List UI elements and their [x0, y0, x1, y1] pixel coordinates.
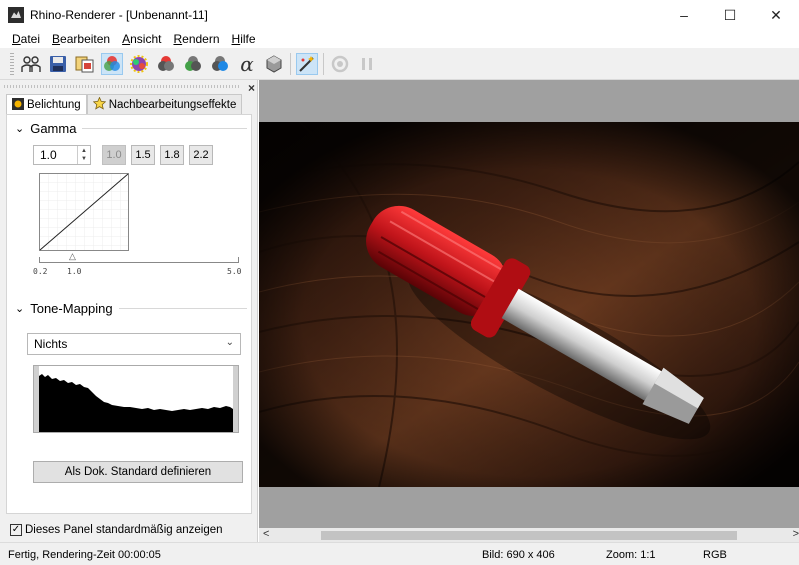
- gamma-preset-2-2[interactable]: 2.2: [189, 145, 213, 165]
- post-effects-icon[interactable]: [296, 52, 318, 75]
- menu-bearbeiten[interactable]: Bearbeiten: [52, 32, 110, 46]
- app-icon: [8, 7, 24, 23]
- save-icon[interactable]: [47, 53, 69, 75]
- gamma-slider-thumb[interactable]: △: [69, 251, 76, 262]
- alpha-channel-icon[interactable]: α: [236, 52, 258, 76]
- set-document-default-button[interactable]: Als Dok. Standard definieren: [33, 461, 243, 483]
- horizontal-scrollbar[interactable]: < >: [259, 528, 799, 542]
- color-noise-icon[interactable]: [128, 53, 150, 75]
- panel-grip[interactable]: [4, 85, 239, 88]
- status-message: Fertig, Rendering-Zeit 00:00:05: [8, 549, 161, 561]
- menu-datei[interactable]: Datei: [12, 32, 40, 46]
- render-viewport[interactable]: [259, 80, 799, 528]
- histogram: [33, 365, 239, 433]
- show-panel-checkbox[interactable]: ✓: [10, 524, 22, 536]
- pause-icon[interactable]: [356, 53, 378, 75]
- gamma-slider-mid-label: 1.0: [67, 267, 82, 276]
- gamma-spinner[interactable]: ▲ ▼: [77, 146, 90, 164]
- gamma-slider-max-label: 5.0: [227, 267, 242, 276]
- gamma-slider-min-label: 0.2: [33, 267, 48, 276]
- material-sphere-icon[interactable]: [263, 53, 285, 75]
- toolbar-separator: [290, 52, 291, 75]
- rendered-image: [259, 122, 799, 487]
- menu-rendern[interactable]: Rendern: [173, 32, 219, 46]
- show-panel-checkbox-row[interactable]: ✓ Dieses Panel standardmäßig anzeigen: [10, 524, 223, 536]
- chevron-down-icon: ⌄: [225, 337, 234, 348]
- green-channel-icon[interactable]: [182, 53, 204, 75]
- menu-bar: Datei Bearbeiten Ansicht Rendern Hilfe: [0, 30, 799, 48]
- minimize-button[interactable]: –: [661, 0, 707, 30]
- title-bar: Rhino-Renderer - [Unbenannt-11] – ☐ ✕: [0, 0, 799, 30]
- gamma-preset-1-5[interactable]: 1.5: [131, 145, 155, 165]
- close-button[interactable]: ✕: [753, 0, 799, 30]
- scroll-right-icon[interactable]: >: [793, 528, 799, 540]
- exposure-panel: × Belichtung Nachbearbeitungseffekte ⌄ G…: [0, 80, 258, 542]
- window-controls: – ☐ ✕: [661, 0, 799, 30]
- gamma-value-input[interactable]: 1.0 ▲ ▼: [33, 145, 91, 165]
- scroll-left-icon[interactable]: <: [263, 528, 269, 540]
- tab-belichtung[interactable]: Belichtung: [6, 94, 87, 115]
- copy-icon[interactable]: [74, 53, 96, 75]
- people-icon[interactable]: [20, 53, 42, 75]
- status-bar: Fertig, Rendering-Zeit 00:00:05 Bild: 69…: [0, 542, 799, 565]
- status-zoom: Zoom: 1:1: [606, 549, 656, 561]
- panel-close-icon[interactable]: ×: [248, 81, 255, 95]
- star-icon: [92, 95, 107, 113]
- menu-ansicht[interactable]: Ansicht: [122, 32, 161, 46]
- status-channel: RGB: [703, 549, 727, 561]
- stop-icon[interactable]: [329, 53, 351, 75]
- maximize-button[interactable]: ☐: [707, 0, 753, 30]
- tab-nachbearbeitungseffekte[interactable]: Nachbearbeitungseffekte: [86, 94, 243, 114]
- gamma-preset-1-0[interactable]: 1.0: [102, 145, 126, 165]
- toolbar-separator-2: [323, 52, 324, 75]
- toolbar: α: [0, 48, 799, 80]
- gamma-preset-1-8[interactable]: 1.8: [160, 145, 184, 165]
- window-title: Rhino-Renderer - [Unbenannt-11]: [30, 8, 208, 22]
- toolbar-grip[interactable]: [10, 52, 14, 75]
- menu-hilfe[interactable]: Hilfe: [232, 32, 256, 46]
- rgb-color-icon[interactable]: [101, 52, 123, 75]
- exposure-icon: [12, 97, 24, 113]
- panel-tabs: Belichtung Nachbearbeitungseffekte: [6, 94, 243, 115]
- gamma-curve: [39, 173, 129, 251]
- scrollbar-thumb[interactable]: [321, 531, 737, 540]
- chevron-down-icon: ⌄: [15, 123, 25, 135]
- chevron-down-icon: ⌄: [15, 303, 25, 315]
- panel-body: ⌄ Gamma 1.0 ▲ ▼ 1.0 1.5 1.8 2.2 △ 0.2 1.…: [6, 114, 252, 514]
- gamma-section-header[interactable]: ⌄ Gamma: [15, 121, 247, 136]
- red-channel-icon[interactable]: [155, 53, 177, 75]
- blue-channel-icon[interactable]: [209, 53, 231, 75]
- tone-mapping-section-header[interactable]: ⌄ Tone-Mapping: [15, 301, 247, 316]
- tone-mapping-select[interactable]: Nichts ⌄: [27, 333, 241, 355]
- status-image-size: Bild: 690 x 406: [482, 549, 555, 561]
